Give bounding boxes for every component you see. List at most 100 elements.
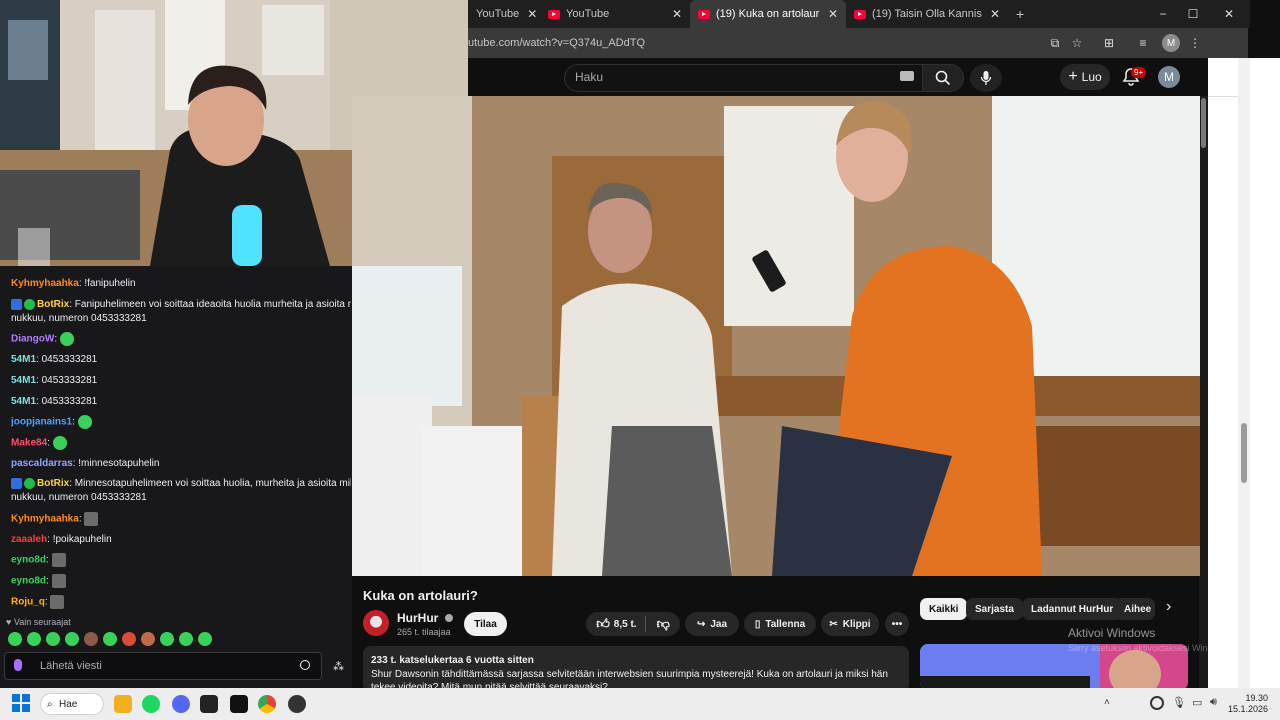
app-icon[interactable] [200, 695, 218, 713]
new-tab-button[interactable]: + [1008, 0, 1032, 28]
view-stats: 233 t. katselukertaa 6 vuotta sitten [371, 655, 534, 666]
chat-username[interactable]: zaaaleh [11, 534, 47, 545]
chips-next-icon[interactable]: › [1166, 598, 1171, 616]
browser-tab[interactable]: (19) Taisin Olla Kannissä...Osa.2 ✕ [846, 0, 1008, 28]
emote-icon[interactable] [160, 632, 174, 646]
clip-button[interactable]: ✂ Klippi [821, 612, 879, 636]
network-icon[interactable]: ▭ [1192, 696, 1202, 709]
side-scrollbar[interactable] [1238, 58, 1250, 688]
volume-icon[interactable]: 🔊︎ [1210, 696, 1217, 709]
maximize-button[interactable]: ☐ [1178, 0, 1208, 28]
bookmark-star-icon[interactable]: ☆ [1068, 34, 1086, 52]
emote-icon[interactable] [179, 632, 193, 646]
close-tab-icon[interactable]: ✕ [982, 7, 1000, 21]
sync-icon[interactable] [1150, 696, 1164, 710]
like-button[interactable]: 👍︎ 8,5 t. [596, 616, 646, 632]
chat-username[interactable]: BotRix [37, 299, 69, 310]
chat-username[interactable]: pascaldarras [11, 458, 73, 469]
chat-username[interactable]: joopjanains1 [11, 417, 72, 428]
address-bar[interactable]: utube.com/watch?v=Q374u_ADdTQ [468, 28, 1248, 58]
chip-all[interactable]: Kaikki [920, 598, 968, 620]
close-window-button[interactable]: ✕ [1208, 0, 1250, 28]
chat-username[interactable]: eyno8d [11, 576, 46, 587]
tray-chevron-icon[interactable]: ˄ [1104, 697, 1110, 708]
search-input[interactable] [564, 64, 926, 92]
chat-username[interactable]: Kyhmyhaahka [11, 514, 79, 525]
browser-tab-active[interactable]: (19) Kuka on artolauri? - YouTu ✕ [690, 0, 846, 28]
scissors-icon: ✂ [829, 618, 838, 630]
chat-message: zaaaleh: !poikapuhelin [11, 533, 351, 546]
create-button[interactable]: + Luo [1060, 64, 1110, 90]
keyboard-icon[interactable] [900, 71, 914, 81]
chat-username[interactable]: 54M1 [11, 354, 36, 365]
capcut-icon[interactable] [230, 695, 248, 713]
emote-icon[interactable] [84, 632, 98, 646]
start-button-icon[interactable] [12, 694, 30, 712]
chat-emote-icon [50, 594, 65, 609]
emote-icon[interactable] [46, 632, 60, 646]
chat-text: nukkuu, numeron 0453333281 [11, 312, 147, 324]
spotify-icon[interactable] [142, 695, 160, 713]
chrome-icon[interactable] [258, 695, 276, 713]
chat-username[interactable]: Make84 [11, 438, 47, 449]
activate-windows-title: Aktivoi Windows [1068, 626, 1156, 640]
page-scrollbar[interactable] [1199, 96, 1208, 688]
emote-icon[interactable] [122, 632, 136, 646]
channel-name[interactable]: HurHur [397, 611, 453, 625]
close-tab-icon[interactable]: ✕ [820, 7, 838, 21]
emote-icon[interactable] [103, 632, 117, 646]
share-button[interactable]: ↪ Jaa [685, 612, 739, 636]
discord-icon[interactable] [172, 695, 190, 713]
emote-icon[interactable] [27, 632, 41, 646]
chip-series[interactable]: Sarjasta [966, 598, 1023, 620]
dislike-button[interactable]: 👎︎ [657, 616, 670, 632]
chat-username[interactable]: BotRix [37, 478, 69, 489]
channel-avatar[interactable] [363, 610, 389, 636]
close-tab-icon[interactable]: ✕ [664, 7, 682, 21]
chip-related[interactable]: Aihee [1115, 598, 1155, 620]
microphone-tray-icon[interactable]: 🎙︎ [1172, 696, 1186, 709]
media-controls-icon[interactable]: ≡ [1134, 34, 1152, 52]
account-avatar[interactable]: M [1158, 66, 1180, 88]
profile-avatar[interactable]: M [1162, 34, 1180, 52]
emote-icon[interactable] [198, 632, 212, 646]
chat-message: DiangoW: [11, 332, 351, 347]
search-button[interactable] [922, 64, 964, 92]
chat-text: !minnesotapuhelin [78, 457, 160, 469]
chat-username[interactable]: eyno8d [11, 555, 46, 566]
voice-search-button[interactable] [970, 64, 1002, 92]
browser-tab[interactable]: YouTube ✕ [540, 0, 690, 28]
browser-menu-icon[interactable]: ⋮ [1186, 34, 1204, 52]
file-explorer-icon[interactable] [114, 695, 132, 713]
channel-points-icon[interactable] [14, 659, 22, 671]
extensions-icon[interactable]: ⊞ [1100, 34, 1118, 52]
minimize-button[interactable]: − [1148, 0, 1178, 28]
youtube-favicon-icon [548, 9, 560, 19]
chat-settings-icon[interactable]: ⁂ [333, 660, 344, 673]
youtube-favicon-icon [854, 9, 866, 19]
emoji-picker-icon[interactable] [300, 660, 310, 670]
install-app-icon[interactable]: ⧉ [1046, 34, 1064, 52]
video-player[interactable] [352, 96, 1200, 576]
obs-icon[interactable] [288, 695, 306, 713]
close-tab-icon[interactable]: ✕ [519, 7, 537, 21]
chip-uploader[interactable]: Ladannut HurHur [1022, 598, 1123, 620]
chat-username[interactable]: 54M1 [11, 396, 36, 407]
chat-username[interactable]: 54M1 [11, 375, 36, 386]
chat-username[interactable]: DiangoW [11, 334, 54, 345]
subscribe-button[interactable]: Tilaa [464, 612, 507, 636]
chat-text: !fanipuhelin [84, 278, 136, 289]
more-actions-button[interactable]: ••• [885, 612, 909, 636]
system-clock[interactable]: 19.30 15.1.2026 [1226, 693, 1268, 715]
emote-icon[interactable] [141, 632, 155, 646]
heart-icon: ♥ [6, 617, 14, 627]
emote-icon[interactable] [8, 632, 22, 646]
save-button[interactable]: ▯ Tallenna [744, 612, 816, 636]
emote-icon[interactable] [65, 632, 79, 646]
browser-tab[interactable]: YouTube ✕ [468, 0, 540, 28]
youtube-favicon-icon [698, 9, 710, 19]
chat-username[interactable]: Roju_q [11, 596, 45, 607]
url-text[interactable]: utube.com/watch?v=Q374u_ADdTQ [468, 37, 645, 49]
chat-username[interactable]: Kyhmyhaahka [11, 278, 79, 289]
taskbar-search[interactable]: ⌕ Hae [40, 693, 104, 715]
